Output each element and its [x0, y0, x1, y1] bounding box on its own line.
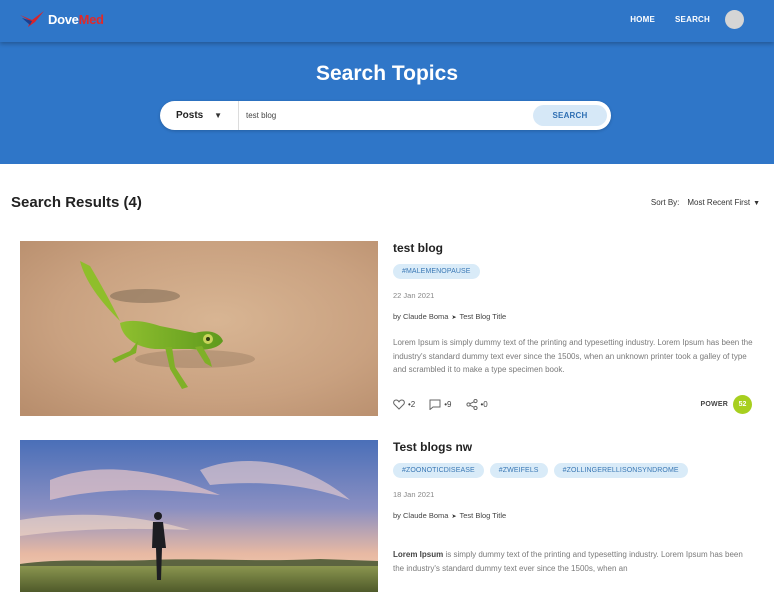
sort-value: Most Recent First	[687, 198, 751, 207]
post-author[interactable]: by Claude Boma	[393, 511, 448, 520]
post-tag[interactable]: #ZOONOTICDISEASE	[393, 463, 484, 478]
like-count: •2	[408, 400, 416, 409]
comment-button[interactable]: •9	[429, 399, 452, 410]
heart-icon	[393, 399, 405, 410]
power-badge: 52	[733, 395, 752, 414]
nav-search-link[interactable]: SEARCH	[675, 15, 710, 24]
post-date: 22 Jan 2021	[393, 291, 435, 300]
post-excerpt: Lorem Ipsum is simply dummy text of the …	[393, 338, 753, 375]
comment-count: •9	[444, 400, 452, 409]
sort-dropdown[interactable]: Most Recent First ▼	[687, 198, 760, 207]
sort-control: Sort By: Most Recent First ▼	[651, 198, 760, 207]
search-input[interactable]	[246, 108, 526, 123]
post-card-1: test blog #MALEMENOPAUSE 22 Jan 2021 by …	[393, 241, 753, 377]
results-title: Search Results (4)	[11, 194, 142, 211]
post-author[interactable]: by Claude Boma	[393, 312, 448, 321]
post-tag[interactable]: #ZWEIFELS	[489, 463, 548, 478]
post-tag[interactable]: #ZOLLINGERELLISONSYNDROME	[553, 463, 688, 478]
post-category[interactable]: Test Blog Title	[459, 312, 506, 321]
post-excerpt-bold: Lorem Ipsum	[393, 550, 444, 559]
dovemed-logo[interactable]: DoveMed	[18, 9, 104, 29]
post-tags: #ZOONOTICDISEASE #ZWEIFELS #ZOLLINGERELL…	[393, 463, 753, 478]
post-image-sunset-field[interactable]	[20, 440, 378, 592]
post-byline: by Claude Boma ➤ Test Blog Title	[393, 511, 753, 520]
search-button[interactable]: SEARCH	[533, 105, 607, 126]
post-category[interactable]: Test Blog Title	[459, 511, 506, 520]
search-type-select[interactable]: Posts ▼	[160, 101, 239, 130]
nav-home-link[interactable]: HOME	[630, 15, 655, 24]
post-tags: #MALEMENOPAUSE	[393, 264, 753, 279]
page-title: Search Topics	[316, 62, 458, 85]
post-tag[interactable]: #MALEMENOPAUSE	[393, 264, 480, 279]
share-button[interactable]: •0	[465, 399, 488, 410]
caret-down-icon: ▼	[214, 111, 222, 120]
post-excerpt-text: is simply dummy text of the printing and…	[393, 550, 743, 573]
search-bar: Posts ▼ SEARCH	[160, 101, 611, 130]
arrow-right-icon: ➤	[451, 514, 457, 520]
share-count: •0	[480, 400, 488, 409]
post-byline: by Claude Boma ➤ Test Blog Title	[393, 312, 753, 321]
share-icon	[465, 399, 478, 410]
post-image-chameleon[interactable]	[20, 241, 378, 416]
like-button[interactable]: •2	[393, 399, 415, 410]
logo-text: DoveMed	[48, 11, 104, 27]
top-navbar: DoveMed HOME SEARCH	[0, 0, 774, 42]
power-score: POWER 52	[701, 395, 752, 414]
post-title[interactable]: Test blogs nw	[393, 440, 753, 454]
arrow-right-icon: ➤	[451, 315, 457, 321]
post-actions: •2 •9 •0	[393, 399, 502, 410]
search-hero: Search Topics Posts ▼ SEARCH	[0, 42, 774, 164]
main-nav: HOME SEARCH	[610, 10, 744, 29]
caret-down-icon: ▼	[753, 200, 760, 207]
sort-label: Sort By:	[650, 198, 680, 207]
power-label: POWER	[700, 401, 728, 408]
user-avatar[interactable]	[725, 10, 744, 29]
search-type-value: Posts	[176, 110, 204, 121]
comment-icon	[429, 399, 441, 410]
post-date: 18 Jan 2021	[393, 490, 435, 499]
post-card-2: Test blogs nw #ZOONOTICDISEASE #ZWEIFELS…	[393, 440, 753, 580]
post-title[interactable]: test blog	[393, 241, 753, 255]
post-excerpt: Lorem Ipsum is simply dummy text of the …	[393, 548, 753, 580]
dovemed-logo-icon	[20, 11, 44, 27]
